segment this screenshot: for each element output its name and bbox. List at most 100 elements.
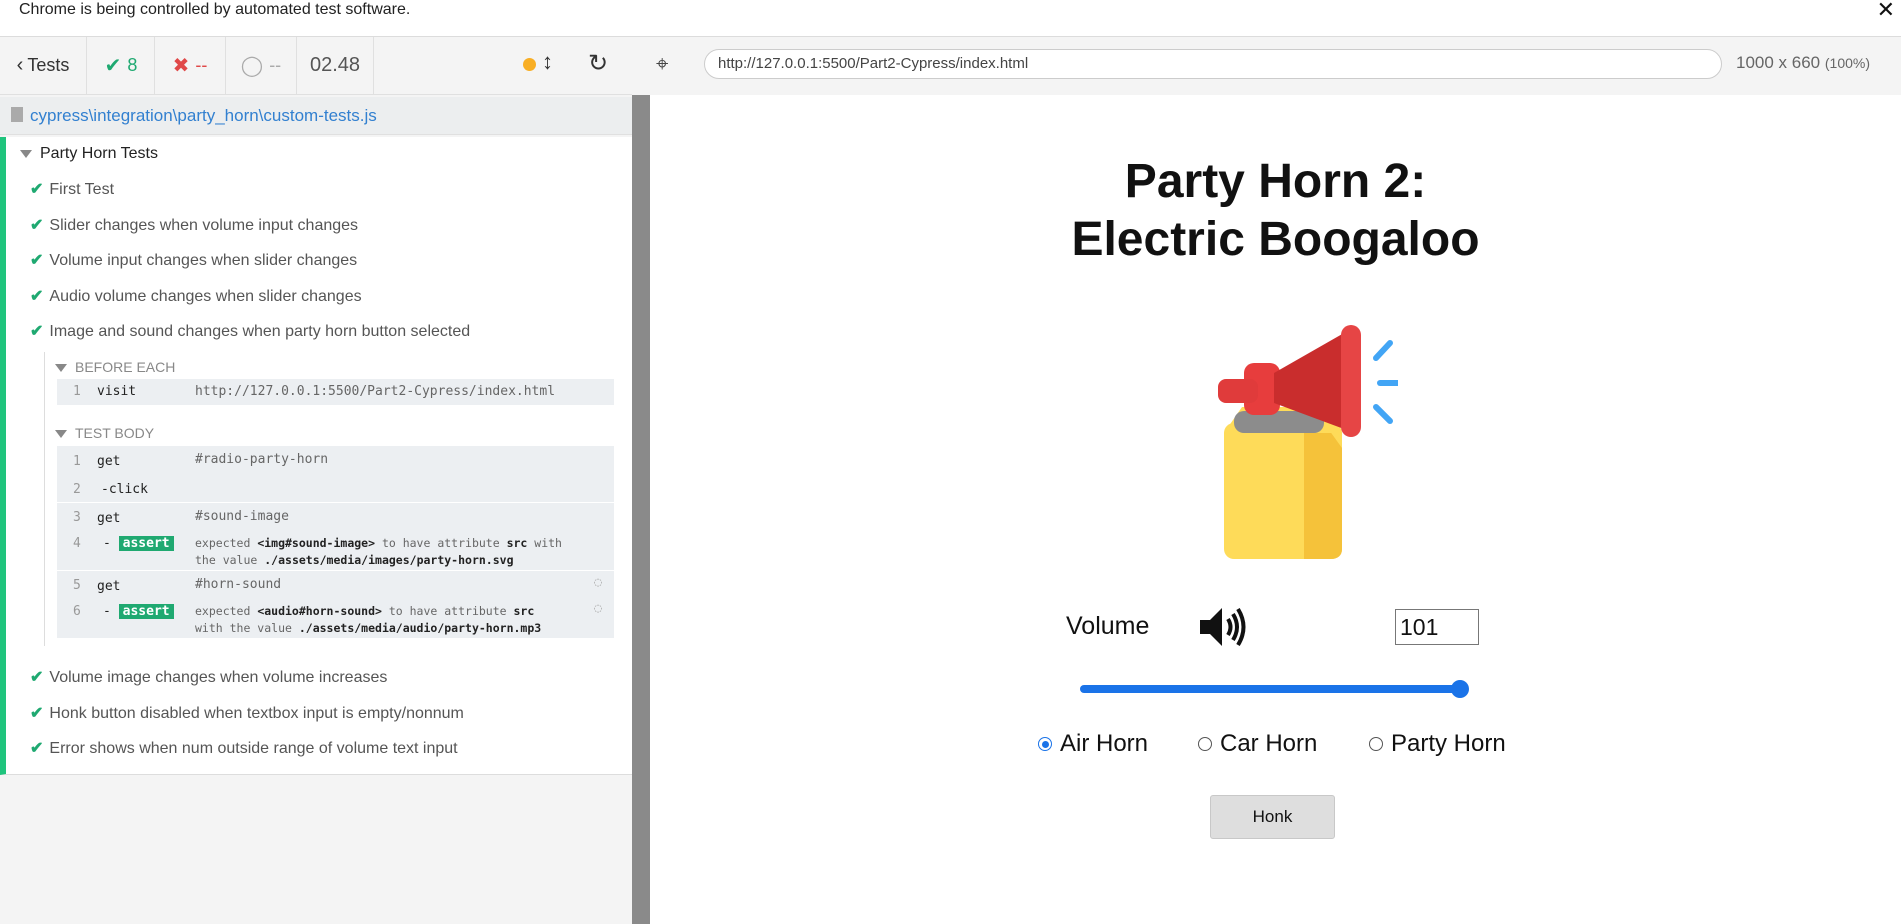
test-list: Party Horn Tests ✔ First Test ✔ Slider cha…: [0, 137, 632, 775]
command-number: 2: [73, 482, 81, 497]
assert-text: expected: [195, 536, 258, 550]
assert-value: ./assets/media/images/party-horn.svg: [264, 553, 514, 567]
automation-infobar: Chrome is being controlled by automated …: [0, 0, 1901, 37]
duration-value: 02.48: [309, 54, 361, 76]
test-item[interactable]: ✔ Image and sound changes when party horn…: [30, 321, 470, 341]
party-horn-image: [1218, 325, 1398, 559]
spec-path-link[interactable]: cypress\integration\party_horn\custom-te…: [30, 106, 377, 126]
assert-text: the value: [195, 553, 265, 567]
eye-slash-icon: ◌: [594, 601, 602, 616]
file-icon: [11, 107, 23, 122]
tests-button[interactable]: ‹ Tests: [0, 37, 87, 94]
command-name: get: [97, 579, 121, 594]
test-title: Slider changes when volume input changes: [49, 217, 359, 234]
assert-badge: assert: [118, 604, 174, 619]
radio-circle-selected[interactable]: [1038, 737, 1052, 751]
assert-text: to have attribute: [375, 536, 507, 550]
radio-label: Party Horn: [1391, 730, 1506, 757]
command-prefix: - assert: [103, 536, 174, 551]
test-item[interactable]: ✔ Volume input changes when slider change…: [30, 250, 357, 270]
circle-icon: ◯: [240, 55, 264, 77]
page-title: Party Horn 2: Electric Boogaloo: [650, 153, 1901, 269]
hook-label: BEFORE EACH: [75, 359, 176, 375]
command-number: 1: [73, 384, 81, 399]
failed-count: ✖ --: [155, 37, 226, 94]
before-each-hook[interactable]: BEFORE EACH: [55, 359, 175, 375]
test-title: Volume input changes when slider changes: [49, 252, 358, 269]
reporter-panel: ‹ Tests ✔ 8 ✖ -- ◯ -- 02.48 ↕ ↻ cypress\…: [0, 37, 632, 924]
radio-label: Car Horn: [1220, 730, 1318, 757]
test-item[interactable]: ✔ First Test: [30, 179, 114, 199]
panel-splitter[interactable]: [632, 95, 650, 924]
command-number: 1: [73, 454, 81, 469]
radio-circle[interactable]: [1198, 737, 1212, 751]
check-icon: ✔: [30, 217, 44, 234]
suite-title[interactable]: Party Horn Tests: [20, 145, 158, 163]
check-icon: ✔: [30, 252, 44, 269]
radio-car-horn[interactable]: Car Horn: [1198, 730, 1317, 758]
command-number: 3: [73, 510, 81, 525]
command-row[interactable]: 3 get #sound-image 4 - assert expected <…: [57, 503, 614, 570]
test-item[interactable]: ✔ Volume image changes when volume increa…: [30, 667, 387, 687]
running-indicator-icon: [523, 58, 536, 71]
caret-down-icon: [55, 430, 67, 439]
dash: -: [103, 536, 111, 551]
test-item[interactable]: ✔ Honk button disabled when textbox input…: [30, 703, 464, 723]
honk-button[interactable]: Honk: [1210, 795, 1335, 839]
x-icon: ✖: [172, 55, 190, 77]
command-row[interactable]: 1 get #radio-party-horn 2 -click: [57, 446, 614, 502]
volume-number-input[interactable]: 101: [1395, 609, 1479, 645]
volume-slider-thumb[interactable]: [1451, 680, 1469, 698]
spec-file-bar: cypress\integration\party_horn\custom-te…: [0, 97, 632, 135]
assert-subject: <img#sound-image>: [257, 536, 376, 550]
assert-text: with the value: [195, 621, 299, 635]
assert-text: to have attribute: [381, 604, 514, 618]
command-log: BEFORE EACH 1 visit http://127.0.0.1:550…: [44, 352, 617, 646]
passed-value: 8: [127, 55, 138, 75]
eye-slash-icon: ◌: [594, 575, 602, 590]
check-icon: ✔: [104, 55, 122, 77]
radio-circle[interactable]: [1369, 737, 1383, 751]
hook-label: TEST BODY: [75, 425, 155, 441]
command-row[interactable]: 5 get #horn-sound ◌ 6 - assert expected …: [57, 571, 614, 638]
pending-value: --: [269, 55, 282, 75]
command-number: 6: [73, 604, 81, 619]
volume-slider-track[interactable]: [1080, 685, 1462, 693]
command-name: get: [97, 454, 121, 469]
command-message: #sound-image: [195, 509, 289, 524]
command-message: http://127.0.0.1:5500/Part2-Cypress/inde…: [195, 384, 556, 399]
reload-icon[interactable]: ↻: [588, 49, 608, 78]
command-message: #radio-party-horn: [195, 452, 329, 467]
viewport-size: 1000 x 660: [1736, 53, 1821, 72]
radio-party-horn[interactable]: Party Horn: [1369, 730, 1506, 758]
close-icon[interactable]: ✕: [1877, 0, 1895, 23]
selector-playground-icon[interactable]: ⌖: [656, 51, 668, 77]
command-prefix: - assert: [103, 604, 174, 619]
test-title: Volume image changes when volume increas…: [49, 669, 388, 686]
test-title: First Test: [49, 181, 115, 198]
command-number: 4: [73, 536, 81, 551]
test-body-hook[interactable]: TEST BODY: [55, 425, 154, 441]
app-under-test: Party Horn 2: Electric Boogaloo Volume 1…: [650, 95, 1901, 919]
radio-air-horn[interactable]: Air Horn: [1038, 730, 1148, 758]
url-bar[interactable]: http://127.0.0.1:5500/Part2-Cypress/inde…: [704, 49, 1722, 79]
zoom-level: (100%): [1824, 55, 1871, 71]
suite-title-label: Party Horn Tests: [40, 145, 158, 162]
assert-value: ./assets/media/audio/party-horn.mp3: [298, 621, 542, 635]
test-title: Image and sound changes when party horn …: [49, 323, 471, 340]
test-item[interactable]: ✔ Slider changes when volume input change…: [30, 215, 358, 235]
assert-text: with: [527, 536, 562, 550]
volume-label: Volume: [1066, 612, 1150, 640]
resize-icon[interactable]: ↕: [542, 49, 553, 75]
command-message: #horn-sound: [195, 577, 282, 592]
title-line-2: Electric Boogaloo: [1071, 213, 1480, 266]
radio-label: Air Horn: [1060, 730, 1149, 757]
test-item[interactable]: ✔ Audio volume changes when slider change…: [30, 286, 362, 306]
dash: -: [103, 604, 111, 619]
check-icon: ✔: [30, 288, 44, 305]
test-item[interactable]: ✔ Error shows when num outside range of v…: [30, 738, 458, 758]
assert-message: expected <img#sound-image> to have attri…: [195, 535, 562, 569]
check-icon: ✔: [30, 740, 44, 757]
command-row[interactable]: 1 visit http://127.0.0.1:5500/Part2-Cypr…: [57, 379, 614, 405]
duration: 02.48: [297, 37, 374, 94]
